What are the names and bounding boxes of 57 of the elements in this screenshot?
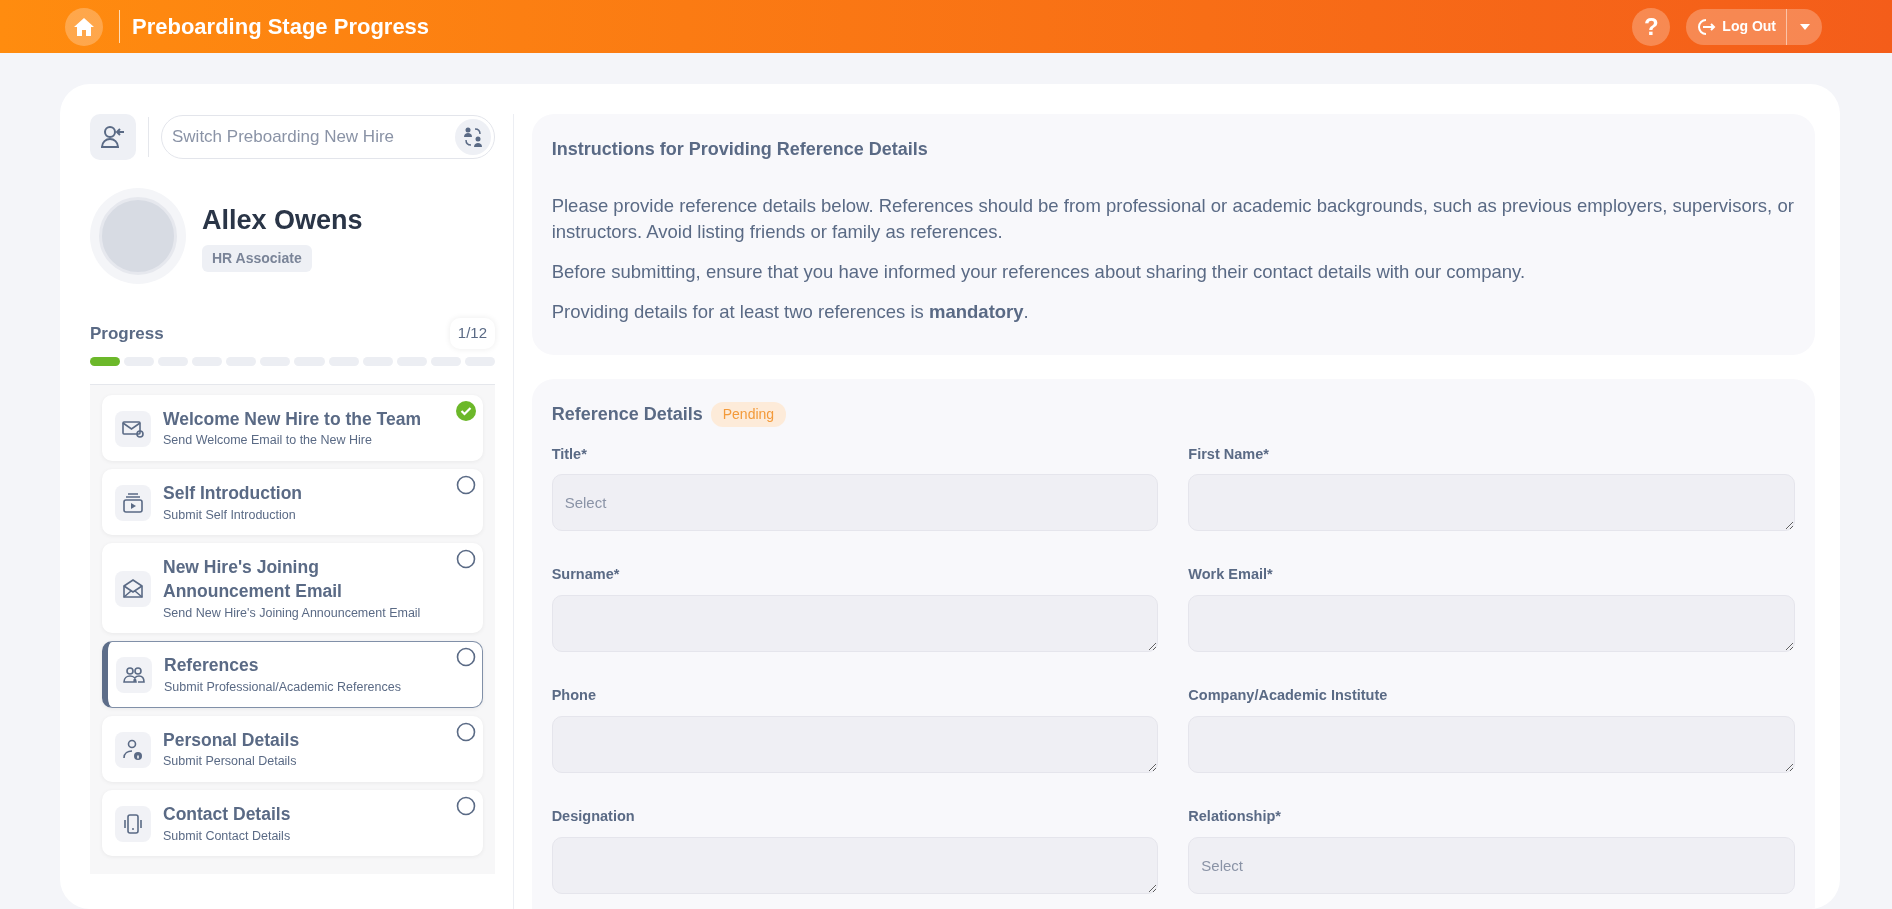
employee-name: Allex Owens	[202, 204, 363, 238]
select-field[interactable]: Select	[1188, 836, 1795, 894]
step-subtitle: Submit Self Introduction	[163, 506, 297, 524]
dropdown-button[interactable]	[1786, 8, 1822, 45]
step-title: Personal Details	[163, 728, 301, 752]
text-field[interactable]	[1188, 474, 1795, 532]
step-card[interactable]: Contact Details Submit Contact Details	[102, 790, 483, 857]
instruction-paragraph: Please provide reference details below. References should be from professional or academic backgrounds, such as previous employers, supervisors, or instructors. Avoid listing friends or family as references.	[551, 194, 1795, 244]
step-card[interactable]: Self Introduction Submit Self Introduction	[102, 468, 483, 536]
logout-icon	[1696, 17, 1717, 36]
step-subtitle: Submit Professional/Academic References	[164, 678, 401, 696]
step-title: Contact Details	[163, 803, 292, 826]
step-title: References	[164, 654, 260, 678]
step-subtitle: Send Welcome Email to the New Hire	[163, 432, 373, 450]
status-tag: Pending	[710, 401, 787, 427]
text-field[interactable]	[1188, 595, 1795, 653]
field-label: Relationship*	[1188, 806, 1282, 826]
instructions-title: Instructions for Providing Reference Details	[551, 138, 929, 161]
step-title: New Hire's Joining Announcement Email	[163, 556, 343, 603]
step-card[interactable]: Welcome New Hire to the Team Send Welcome Email to the New Hire	[102, 394, 483, 461]
field-label: Surname*	[551, 565, 621, 585]
instruction-paragraph: Before submitting, ensure that you have informed your references about sharing their contact details with our company.	[551, 259, 1527, 284]
progress-count: 1/12	[449, 318, 495, 349]
step-card[interactable]: References Submit Professional/Academic References	[102, 641, 483, 708]
step-title: Self Introduction	[163, 481, 304, 505]
page-title: Preboarding Stage Progress	[119, 10, 430, 43]
switch-user-button[interactable]	[90, 114, 136, 160]
step-subtitle: Submit Personal Details	[163, 753, 298, 771]
video-icon	[121, 491, 145, 516]
switch-hire-field[interactable]: Switch Preboarding New Hire	[161, 115, 495, 159]
text-field[interactable]	[551, 836, 1159, 894]
step-card[interactable]: Personal Details Submit Personal Details	[102, 715, 483, 782]
step-title: Welcome New Hire to the Team	[163, 407, 423, 431]
caret-icon	[1799, 24, 1810, 31]
home-button[interactable]	[65, 7, 103, 46]
field-label: Company/Academic Institute	[1188, 686, 1389, 706]
field-label: Work Email*	[1188, 565, 1274, 585]
step-card[interactable]: New Hire's Joining Announcement Email Send New Hire's Joining Announcement Email	[102, 543, 483, 634]
field-label: Designation	[551, 806, 636, 826]
select-field[interactable]: Select	[551, 474, 1159, 532]
text-field[interactable]	[551, 595, 1159, 653]
section-title: Reference Details	[551, 402, 703, 426]
instruction-paragraph: Providing details for at least two references is mandatory.	[551, 299, 1030, 324]
text-field[interactable]	[551, 715, 1159, 773]
phone-icon	[121, 812, 145, 837]
swap-people-icon	[462, 126, 484, 148]
field-label: First Name*	[1188, 444, 1270, 464]
text-field[interactable]	[1188, 715, 1795, 773]
field-label: Title*	[551, 444, 588, 464]
person-info-icon	[121, 737, 145, 762]
step-subtitle: Send New Hire's Joining Announcement Email	[163, 604, 422, 622]
person-arrow-icon	[100, 124, 126, 150]
role-tag: HR Associate	[202, 244, 312, 272]
field-label: Phone	[551, 686, 597, 706]
step-subtitle: Submit Contact Details	[163, 827, 292, 845]
progress-label: Progress	[90, 322, 164, 345]
home-icon	[73, 16, 95, 37]
